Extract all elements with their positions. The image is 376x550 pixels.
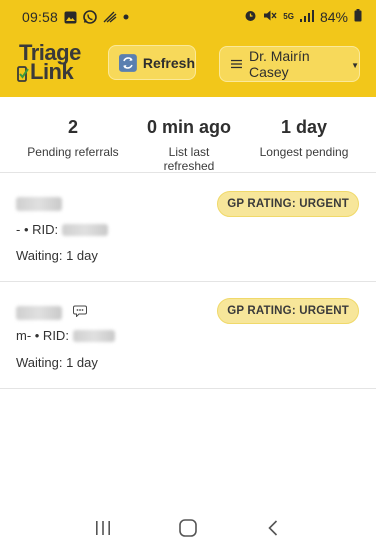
recents-icon — [95, 520, 110, 535]
home-button[interactable] — [176, 516, 200, 540]
referral-rid: m- • RID: — [16, 328, 115, 343]
mute-icon — [263, 9, 277, 25]
user-name: Dr. Mairín Casey — [248, 48, 310, 80]
logo-line2: Link — [30, 59, 74, 84]
gallery-icon — [64, 11, 77, 24]
refresh-icon — [119, 53, 137, 72]
stats-summary: 2 Pending referrals 0 min ago List last … — [0, 108, 376, 173]
referral-rid: - • RID: — [16, 222, 109, 237]
stat-value: 1 day — [280, 117, 328, 137]
refresh-label: Refresh — [142, 54, 195, 71]
rid-redacted — [72, 329, 115, 342]
notification-dot-icon — [123, 14, 129, 20]
home-icon — [179, 518, 197, 537]
network-5g-icon: 5G — [283, 12, 294, 21]
gp-rating-badge: GP RATING: URGENT — [217, 298, 359, 324]
battery-icon — [354, 9, 362, 25]
divider — [0, 388, 376, 389]
stat-label: List last refreshed — [163, 145, 215, 173]
stat-longest-pending: 1 day Longest pending — [232, 108, 376, 172]
waiting-time: Waiting: 1 day — [16, 248, 98, 263]
caret-down-icon: ▼ — [351, 60, 359, 70]
back-button[interactable] — [261, 516, 285, 540]
signal-icon — [299, 9, 314, 25]
referral-card[interactable]: GP RATING: URGENT m- • RID: Waiting: 1 d… — [0, 282, 376, 388]
gp-rating-badge: GP RATING: URGENT — [217, 191, 359, 217]
system-nav-bar — [0, 505, 376, 550]
status-time: 09:58 — [22, 9, 59, 25]
app-header: Triage Link Refresh Dr. Mairín Casey ▼ — [0, 34, 376, 97]
recent-apps-button[interactable] — [91, 516, 115, 540]
refresh-button[interactable]: Refresh — [108, 45, 196, 80]
triagelink-logo[interactable]: Triage Link — [16, 40, 88, 84]
patient-name-redacted — [16, 197, 62, 211]
back-icon — [268, 519, 278, 536]
comment-icon — [73, 305, 87, 317]
stat-last-refreshed: 0 min ago List last refreshed — [146, 108, 232, 173]
stat-value: 2 — [67, 117, 78, 137]
waiting-time: Waiting: 1 day — [16, 355, 98, 370]
alarm-icon — [244, 9, 257, 25]
stylus-icon — [103, 11, 117, 23]
user-menu-button[interactable]: Dr. Mairín Casey ▼ — [219, 46, 360, 82]
patient-name-redacted — [16, 306, 62, 320]
menu-icon — [231, 59, 242, 69]
referral-card[interactable]: GP RATING: URGENT - • RID: Waiting: 1 da… — [0, 173, 376, 280]
battery-percent: 84% — [319, 9, 348, 25]
status-bar: 09:58 5G 84% — [0, 0, 376, 34]
stat-pending-referrals: 2 Pending referrals — [0, 108, 146, 172]
stat-label: Pending referrals — [27, 145, 119, 159]
whatsapp-icon — [83, 10, 97, 24]
stat-label: Longest pending — [259, 145, 349, 159]
stat-value: 0 min ago — [146, 117, 231, 137]
rid-redacted — [62, 223, 109, 236]
logo-check-mark — [17, 66, 29, 82]
